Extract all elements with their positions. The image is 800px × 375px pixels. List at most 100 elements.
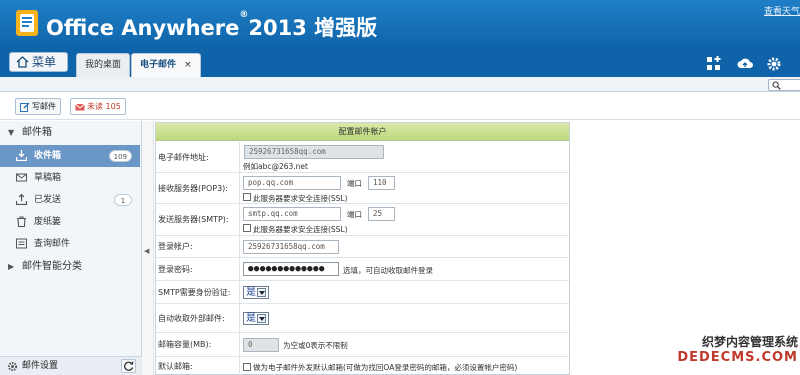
pop3-port-input[interactable]: 110: [368, 176, 395, 190]
capacity-label: 邮箱容量(MB):: [156, 333, 240, 356]
watermark: 织梦内容管理系统 DEDECMS.COM: [677, 333, 798, 365]
inbox-icon: [16, 150, 27, 161]
mail-sidebar: ▼ 邮件箱 收件箱 109 草稿箱 已发送 1 废纸篓 查询邮件 ▶ 邮件智能分…: [0, 121, 142, 375]
password-label: 登录密码:: [156, 258, 240, 280]
smtp-port-label: 端口: [347, 210, 362, 219]
compose-button[interactable]: 写邮件: [15, 98, 61, 115]
smtp-port-input[interactable]: 25: [368, 207, 395, 221]
watermark-line1: 织梦内容管理系统: [701, 335, 798, 349]
smtp-cell: smtp.qq.com 端口 25 此服务器要求安全连接(SSL): [241, 204, 569, 235]
account-config-form: 配置邮件帐户 电子邮件地址: 25926731658qq.com 例如abc@2…: [155, 122, 570, 375]
brand-title: Office Anywhere®2013 增强版: [46, 10, 378, 42]
tab-close-icon[interactable]: ×: [184, 60, 192, 70]
password-input[interactable]: ●●●●●●●●●●●●●: [243, 262, 339, 276]
pop3-port-label: 端口: [347, 179, 362, 188]
sidebar-splitter[interactable]: ◀: [142, 121, 154, 375]
gear-icon: [7, 361, 18, 372]
auto-fetch-label: 自动收取外部邮件:: [156, 304, 240, 332]
row-smtp-auth: SMTP需要身份验证: 是: [156, 281, 569, 304]
default-mailbox-cell: 做为电子邮件外发默认邮箱(可做为找回OA登录密码的邮箱，必须设置帐户密码): [241, 357, 569, 375]
tab-desktop-label: 我的桌面: [85, 60, 122, 70]
trash-label: 废纸篓: [34, 217, 62, 227]
pop3-server-input[interactable]: pop.qq.com: [243, 176, 341, 190]
auto-fetch-value: 是: [246, 313, 256, 324]
row-default-mailbox: 默认邮箱: 做为电子邮件外发默认邮箱(可做为找回OA登录密码的邮箱，必须设置帐户…: [156, 357, 569, 375]
smtp-auth-select[interactable]: 是: [243, 286, 269, 299]
smtp-ssl-label: 此服务器要求安全连接(SSL): [253, 225, 348, 234]
default-mailbox-hint: 做为电子邮件外发默认邮箱(可做为找回OA登录密码的邮箱，必须设置帐户密码): [253, 363, 518, 372]
unread-label: 未读 105: [87, 102, 121, 111]
smart-category-header[interactable]: ▶ 邮件智能分类: [0, 258, 142, 276]
chevron-right-icon: ▶: [8, 262, 15, 271]
email-field[interactable]: 25926731658qq.com: [244, 145, 384, 159]
form-title: 配置邮件帐户: [156, 123, 569, 141]
email-cell: 25926731658qq.com 例如abc@263.net: [241, 142, 569, 172]
mail-settings-button[interactable]: 邮件设置: [0, 356, 142, 375]
password-hint: 选填，可自动收取邮件登录: [343, 266, 433, 275]
search-mail-icon: [16, 238, 27, 249]
search-mail-label: 查询邮件: [34, 239, 71, 249]
mail-toolbar: 写邮件 未读 105: [0, 92, 800, 120]
home-icon: [16, 56, 29, 68]
pop3-label: 接收服务器(POP3):: [156, 173, 240, 203]
sidebar-item-sent[interactable]: 已发送 1: [0, 189, 140, 211]
tab-strip: 菜单 我的桌面 电子邮件 ×: [0, 50, 800, 127]
drafts-icon: [16, 173, 27, 182]
tab-email[interactable]: 电子邮件 ×: [131, 53, 201, 77]
smtp-server-input[interactable]: smtp.qq.com: [243, 207, 341, 221]
brand-version: 2013 增强版: [248, 16, 378, 40]
smtp-label: 发送服务器(SMTP):: [156, 204, 240, 235]
sidebar-item-drafts[interactable]: 草稿箱: [0, 167, 140, 189]
capacity-input[interactable]: 0: [243, 338, 279, 352]
default-mailbox-checkbox[interactable]: [243, 363, 251, 371]
capacity-cell: 0 为空或0表示不限制: [241, 333, 569, 356]
smtp-auth-cell: 是: [241, 281, 569, 303]
row-pop3: 接收服务器(POP3): pop.qq.com 端口 110 此服务器要求安全连…: [156, 173, 569, 204]
refresh-button[interactable]: [121, 359, 136, 373]
office-logo-icon: [16, 10, 38, 36]
inbox-label: 收件箱: [34, 151, 62, 161]
search-input[interactable]: [768, 79, 800, 91]
inbox-count-badge: 109: [108, 150, 132, 162]
smtp-ssl-checkbox[interactable]: [243, 224, 251, 232]
chevron-down-icon: [257, 313, 266, 323]
mailbox-folder-header[interactable]: ▼ 邮件箱: [0, 124, 142, 142]
pop3-ssl-label: 此服务器要求安全连接(SSL): [253, 194, 348, 203]
refresh-icon: [124, 361, 134, 371]
compose-icon: [20, 102, 30, 112]
account-input[interactable]: 25926731658qq.com: [243, 240, 339, 254]
smtp-auth-label: SMTP需要身份验证:: [156, 281, 240, 303]
chevron-down-icon: [257, 287, 266, 297]
collapse-arrow-icon: ◀: [144, 247, 150, 255]
email-label: 电子邮件地址:: [156, 142, 240, 172]
account-label: 登录帐户:: [156, 236, 240, 257]
row-smtp: 发送服务器(SMTP): smtp.qq.com 端口 25 此服务器要求安全连…: [156, 204, 569, 236]
drafts-label: 草稿箱: [34, 173, 62, 183]
settings-gear-icon[interactable]: [766, 56, 782, 72]
weather-link[interactable]: 查看天气: [764, 4, 800, 17]
row-password: 登录密码: ●●●●●●●●●●●●● 选填，可自动收取邮件登录: [156, 258, 569, 281]
smart-category-title: 邮件智能分类: [22, 261, 82, 272]
brand-name: Office Anywhere: [46, 16, 240, 40]
tab-email-label: 电子邮件: [140, 60, 177, 70]
tab-desktop[interactable]: 我的桌面: [76, 53, 131, 77]
default-mailbox-label: 默认邮箱:: [156, 357, 240, 375]
pop3-cell: pop.qq.com 端口 110 此服务器要求安全连接(SSL): [241, 173, 569, 203]
add-app-icon[interactable]: [706, 56, 722, 72]
smtp-auth-value: 是: [246, 287, 256, 298]
cloud-upload-icon[interactable]: [737, 56, 753, 72]
pop3-ssl-checkbox[interactable]: [243, 193, 251, 201]
sent-icon: [16, 194, 27, 205]
sidebar-item-search-mail[interactable]: 查询邮件: [0, 233, 140, 255]
mail-settings-label: 邮件设置: [22, 361, 59, 371]
sidebar-item-inbox[interactable]: 收件箱 109: [0, 145, 140, 167]
menu-button[interactable]: 菜单: [9, 52, 68, 72]
unread-button[interactable]: 未读 105: [70, 98, 126, 115]
row-capacity: 邮箱容量(MB): 0 为空或0表示不限制: [156, 333, 569, 357]
unread-mail-icon: [75, 103, 85, 110]
trash-icon: [17, 216, 26, 227]
registered-mark: ®: [239, 10, 249, 20]
sidebar-item-trash[interactable]: 废纸篓: [0, 211, 140, 233]
sent-label: 已发送: [34, 195, 62, 205]
auto-fetch-select[interactable]: 是: [243, 312, 269, 325]
